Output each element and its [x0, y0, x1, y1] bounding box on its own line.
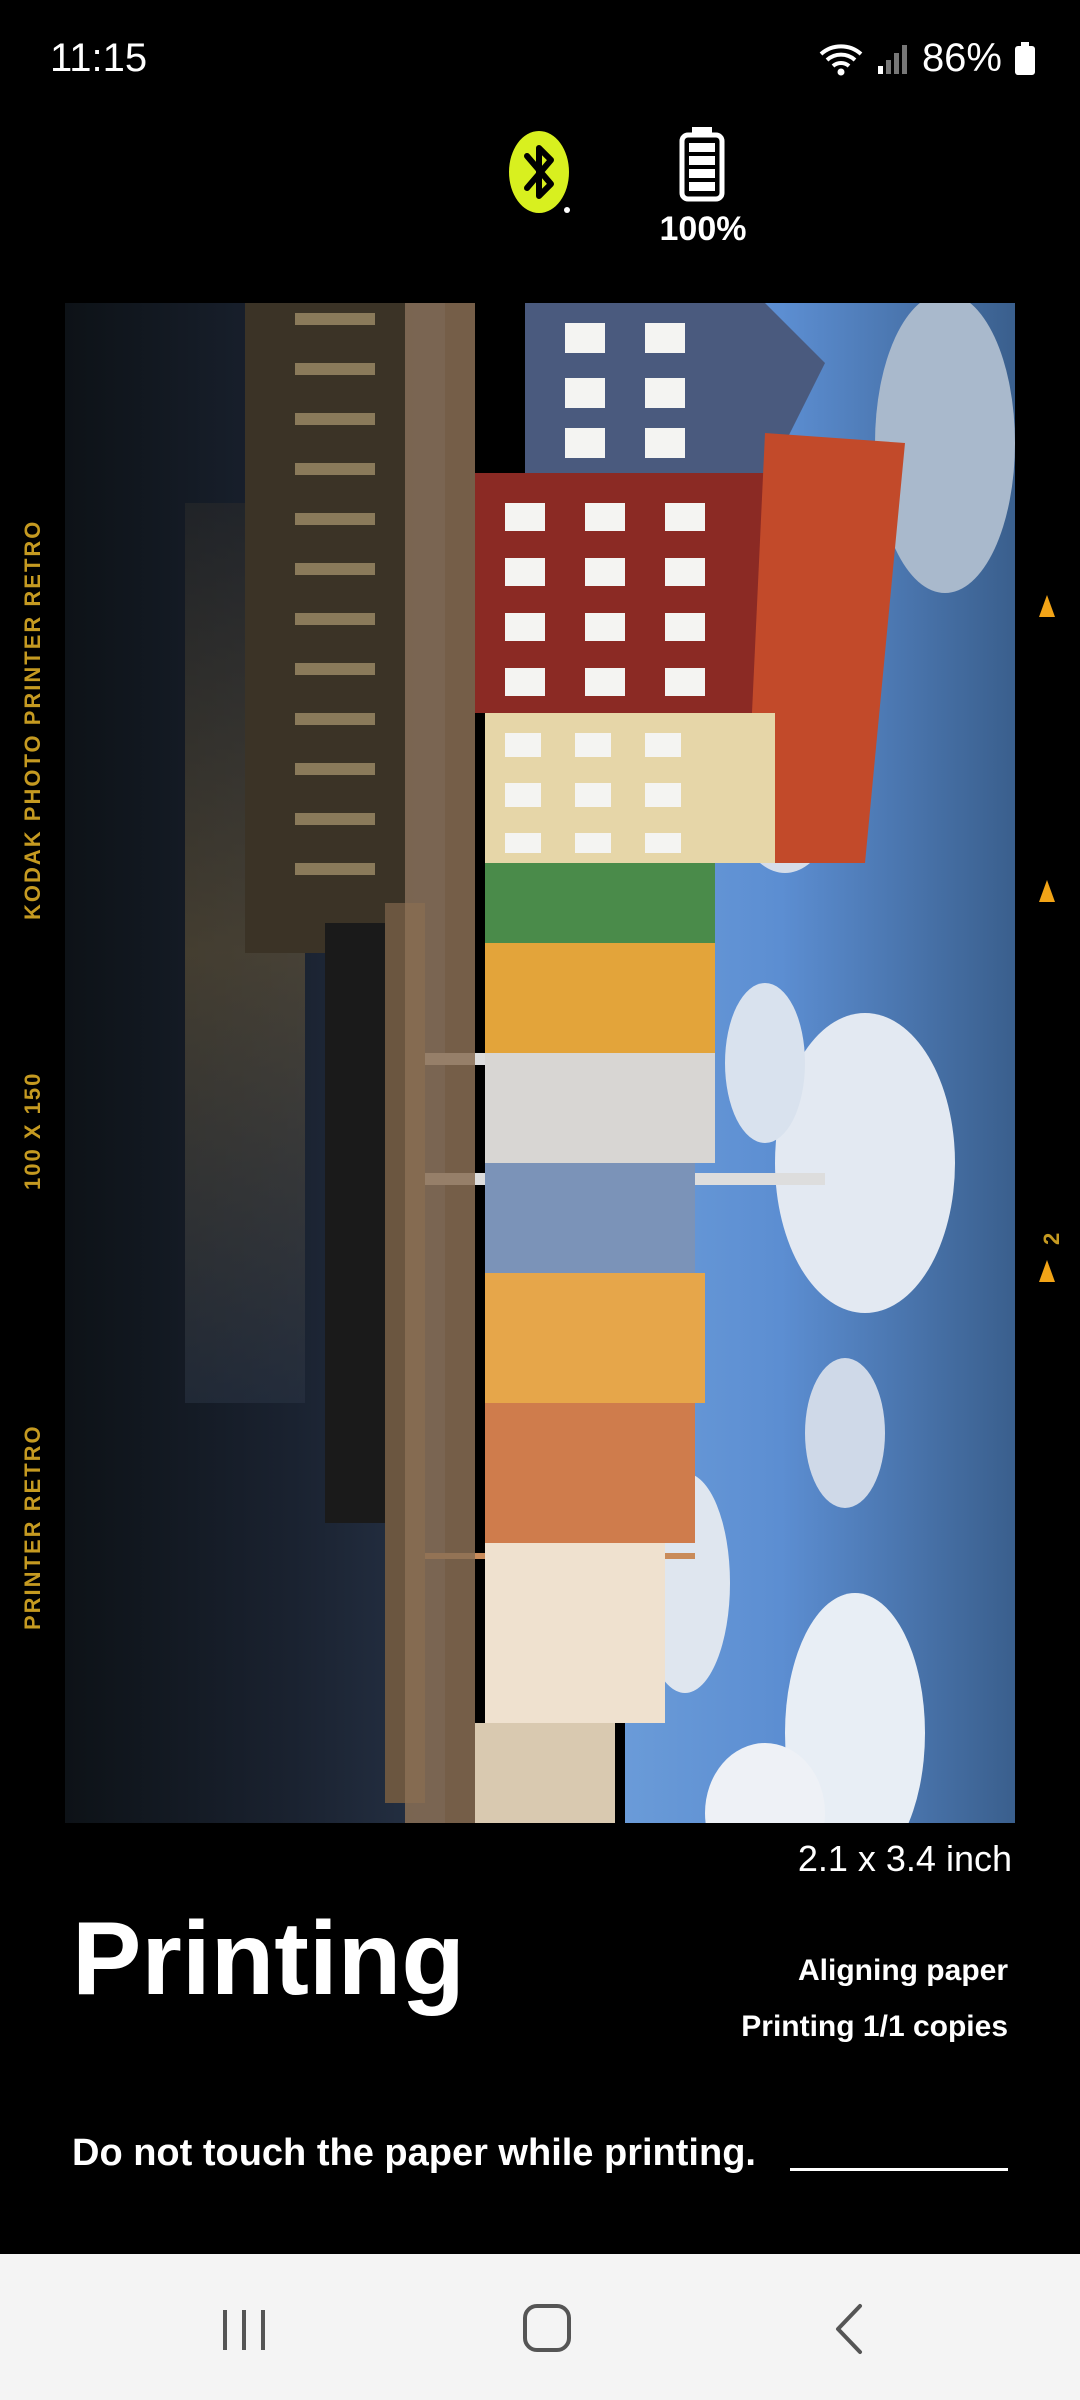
page-title: Printing [72, 1901, 465, 2017]
bluetooth-icon[interactable] [505, 128, 577, 216]
battery-full-icon [679, 127, 725, 202]
print-preview: KODAK PHOTO PRINTER RETRO 100 X 150 PRIN… [0, 300, 1080, 1823]
printer-status-row: 100% [0, 125, 1080, 255]
home-icon[interactable] [505, 2294, 585, 2364]
back-icon[interactable] [810, 2294, 890, 2364]
recents-icon[interactable] [205, 2294, 285, 2364]
preview-photo [65, 303, 1015, 1823]
print-copies-status: Printing 1/1 copies [741, 2010, 1008, 2043]
film-arrow-icon [1039, 595, 1055, 617]
film-label-top: KODAK PHOTO PRINTER RETRO [20, 519, 45, 920]
film-label-bottom: PRINTER RETRO [20, 1424, 45, 1630]
film-arrow-icon [1039, 1260, 1055, 1282]
status-bar: 11:15 86% [0, 0, 1080, 120]
system-nav-bar [0, 2254, 1080, 2400]
wifi-icon [819, 43, 863, 75]
film-strip-right: 2 [1015, 530, 1080, 1770]
film-frame-number: 2 [1039, 1230, 1064, 1245]
paper-size-label: 2.1 x 3.4 inch [797, 1838, 1012, 1879]
film-arrow-icon [1039, 880, 1055, 902]
film-label-size: 100 X 150 [20, 1071, 45, 1190]
signal-icon [877, 44, 907, 74]
printer-battery-level: 100% [659, 210, 747, 248]
status-time: 11:15 [50, 36, 148, 80]
print-warning: Do not touch the paper while printing. [72, 2132, 756, 2174]
harbor-photo-image [65, 303, 1015, 1823]
film-strip-left: KODAK PHOTO PRINTER RETRO 100 X 150 PRIN… [0, 500, 65, 1800]
battery-icon [1015, 41, 1035, 75]
print-step-status: Aligning paper [798, 1954, 1008, 1987]
status-battery-percent: 86% [921, 36, 1002, 80]
status-icons: 86% [818, 36, 1036, 81]
progress-underline [790, 2168, 1008, 2171]
